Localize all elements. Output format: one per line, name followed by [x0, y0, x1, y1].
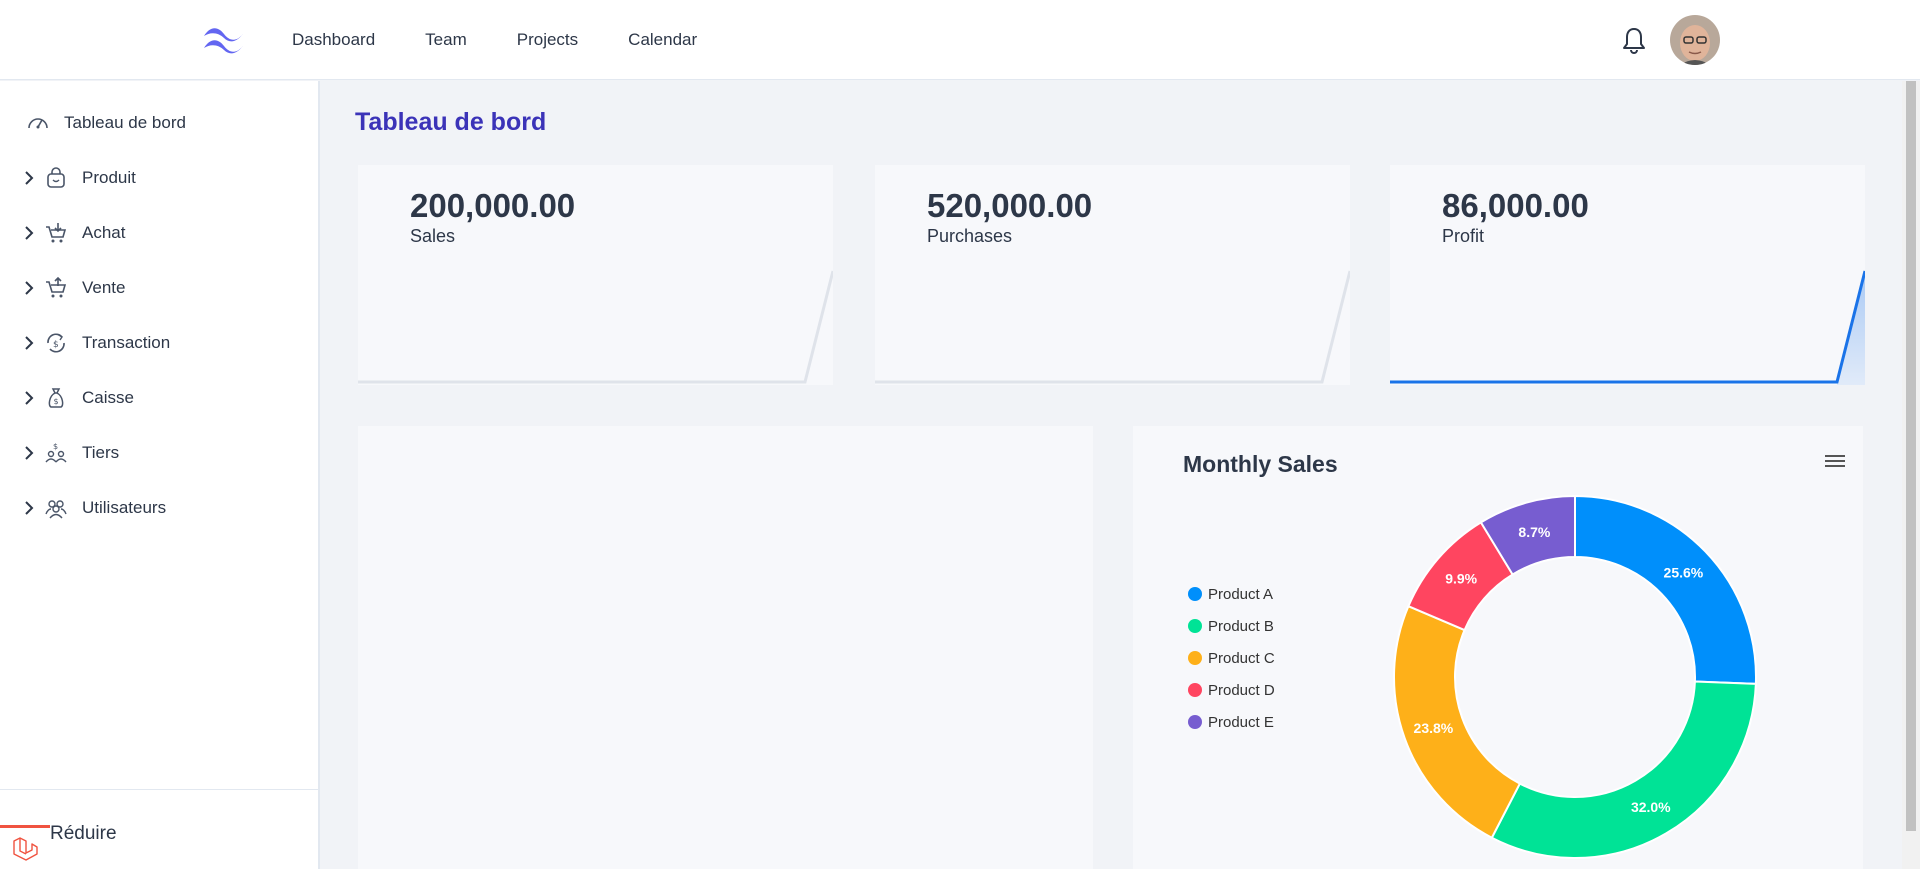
legend-item-product-d[interactable]: Product D	[1188, 674, 1275, 706]
page-scrollbar[interactable]	[1902, 81, 1920, 869]
sidebar-item-produit[interactable]: Produit	[0, 158, 318, 198]
sidebar-item-tiers[interactable]: $ Tiers	[0, 433, 318, 473]
stat-card-purchases: 520,000.00 Purchases	[875, 165, 1350, 385]
donut-data-label: 9.9%	[1445, 571, 1477, 587]
top-navbar: Dashboard Team Projects Calendar	[0, 0, 1920, 80]
collapse-sidebar-button[interactable]: Réduire	[50, 823, 117, 845]
sidebar-item-achat[interactable]: Achat	[0, 213, 318, 253]
legend-label: Product C	[1208, 649, 1275, 667]
tailwind-logo[interactable]	[200, 22, 248, 58]
nav-link-calendar[interactable]: Calendar	[628, 30, 697, 50]
stat-label: Profit	[1442, 226, 1485, 246]
cart-down-icon	[42, 219, 70, 247]
legend-item-product-a[interactable]: Product A	[1188, 578, 1275, 610]
donut-data-label: 25.6%	[1664, 565, 1704, 581]
chevron-right-icon	[24, 170, 38, 186]
stat-card-profit: 86,000.00 Profit	[1390, 165, 1865, 385]
chevron-right-icon	[24, 500, 38, 516]
stat-label: Sales	[410, 226, 456, 246]
sidebar: Tableau de bord Produit Achat Vente $ Tr…	[0, 81, 320, 869]
chevron-right-icon	[24, 445, 38, 461]
chevron-right-icon	[24, 225, 38, 241]
donut-slice-product-b[interactable]	[1490, 680, 1757, 859]
sidebar-item-label: Produit	[82, 168, 136, 187]
empty-chart-card	[358, 426, 1093, 869]
scrollbar-thumb[interactable]	[1906, 81, 1916, 831]
bell-icon[interactable]	[1620, 25, 1648, 55]
legend-item-product-b[interactable]: Product B	[1188, 610, 1275, 642]
legend-label: Product D	[1208, 681, 1275, 699]
sidebar-item-tableau-de-bord[interactable]: Tableau de bord	[0, 103, 318, 143]
legend-item-product-e[interactable]: Product E	[1188, 706, 1275, 738]
transaction-icon: $	[42, 329, 70, 357]
stat-label: Purchases	[927, 226, 1013, 246]
stat-value: 86,000.00	[1442, 187, 1589, 224]
nav-links: Dashboard Team Projects Calendar	[292, 0, 697, 80]
sidebar-item-label: Transaction	[82, 333, 171, 352]
donut-data-label: 8.7%	[1518, 524, 1550, 540]
sidebar-item-caisse[interactable]: $ Caisse	[0, 378, 318, 418]
sidebar-item-transaction[interactable]: $ Transaction	[0, 323, 318, 363]
monthly-sales-card: 25.6% 32.0% 23.8% 9.9% 8.7% Monthly Sales Pr…	[1133, 426, 1863, 869]
page-title: Tableau de bord	[355, 108, 547, 136]
nav-link-dashboard[interactable]: Dashboard	[292, 30, 375, 50]
sidebar-item-label: Tableau de bord	[64, 113, 186, 132]
sidebar-item-label: Caisse	[82, 388, 134, 407]
donut-data-label: 32.0%	[1631, 799, 1671, 815]
legend-marker	[1188, 715, 1202, 729]
legend-marker	[1188, 587, 1202, 601]
users-icon	[42, 494, 70, 522]
legend-label: Product E	[1208, 713, 1274, 731]
nav-link-projects[interactable]: Projects	[517, 30, 578, 50]
nav-link-team[interactable]: Team	[425, 30, 467, 50]
svg-text:$: $	[53, 340, 59, 350]
donut-slice-product-a[interactable]	[1574, 494, 1757, 685]
people-dollar-icon: $	[42, 439, 70, 467]
chevron-right-icon	[24, 390, 38, 406]
svg-text:$: $	[54, 397, 59, 406]
money-bag-icon: $	[42, 384, 70, 412]
chart-legend: Product A Product B Product C Product D …	[1188, 578, 1275, 738]
chart-title: Monthly Sales	[1183, 451, 1338, 477]
shopping-bag-icon	[42, 164, 70, 192]
stat-value: 520,000.00	[927, 187, 1093, 224]
sidebar-item-label: Vente	[82, 278, 126, 297]
chevron-right-icon	[24, 280, 38, 296]
legend-marker	[1188, 683, 1202, 697]
legend-label: Product B	[1208, 617, 1274, 635]
gauge-icon	[24, 109, 52, 137]
sidebar-item-label: Utilisateurs	[82, 498, 167, 517]
sidebar-item-label: Tiers	[82, 443, 120, 462]
hamburger-menu-icon[interactable]	[1823, 451, 1847, 471]
donut-data-label: 23.8%	[1414, 720, 1454, 736]
stat-value: 200,000.00	[410, 187, 576, 224]
legend-marker	[1188, 619, 1202, 633]
sidebar-item-utilisateurs[interactable]: Utilisateurs	[0, 488, 318, 528]
sidebar-item-vente[interactable]: Vente	[0, 268, 318, 308]
laravel-icon[interactable]	[0, 825, 50, 869]
svg-text:$: $	[53, 442, 58, 451]
sidebar-item-label: Achat	[82, 223, 126, 242]
cart-up-icon	[42, 274, 70, 302]
user-avatar[interactable]	[1670, 15, 1720, 65]
chevron-right-icon	[24, 335, 38, 351]
legend-label: Product A	[1208, 585, 1274, 603]
legend-marker	[1188, 651, 1202, 665]
stat-card-sales: 200,000.00 Sales	[358, 165, 833, 385]
legend-item-product-c[interactable]: Product C	[1188, 642, 1275, 674]
